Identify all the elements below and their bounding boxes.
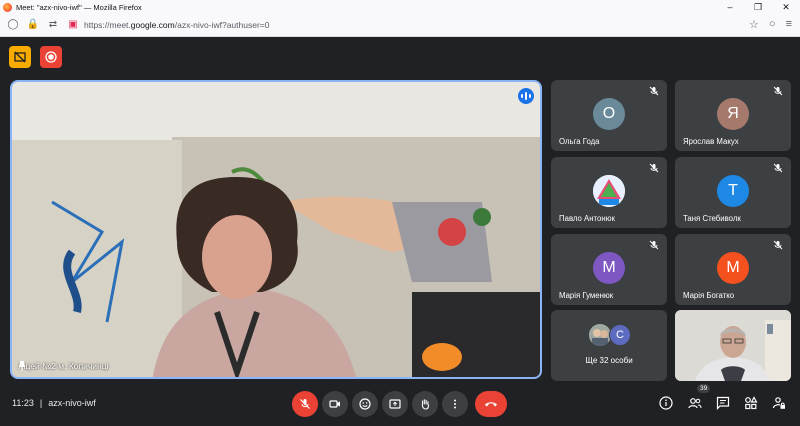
present-icon (389, 399, 401, 409)
mic-off-icon (773, 163, 783, 173)
bookmark-star-icon[interactable]: ☆ (749, 18, 759, 31)
permissions-icon[interactable]: ⇄ (46, 18, 60, 32)
main-speaker-name: Ліцей №2 м. Копичинці (18, 361, 109, 371)
lock-person-icon (772, 397, 785, 409)
participant-tile[interactable]: Т Таня Стебиволк (675, 157, 791, 228)
activities-button[interactable] (743, 395, 759, 411)
emoji-icon (359, 398, 371, 410)
participant-tile[interactable]: О Ольга Года (551, 80, 667, 151)
avatar (593, 175, 625, 207)
avatar: Я (717, 98, 749, 130)
people-button[interactable] (687, 395, 703, 411)
people-icon (688, 398, 702, 409)
chat-button[interactable] (715, 395, 731, 411)
participant-name: Павло Антонюк (559, 214, 615, 223)
others-avatar-initial: С (609, 324, 631, 346)
reactions-button[interactable] (352, 391, 378, 417)
info-icon (659, 396, 673, 410)
shield-icon[interactable]: ◯ (6, 18, 20, 32)
browser-titlebar: Meet: "azx-nivo-iwf" — Mozilla Firefox –… (0, 0, 800, 14)
camera-toggle-button[interactable] (322, 391, 348, 417)
chat-icon (716, 396, 730, 410)
menu-icon[interactable]: ≡ (786, 18, 792, 31)
profile-picture (593, 175, 625, 207)
hang-up-icon (485, 402, 497, 407)
participant-name: Ольга Года (559, 137, 600, 146)
mic-off-icon (649, 163, 659, 173)
close-window-button[interactable]: ✕ (772, 0, 800, 14)
participant-name: Ярослав Макух (683, 137, 739, 146)
more-vert-icon (454, 399, 456, 409)
meeting-info: 11:23 | azx-nivo-iwf (12, 398, 96, 408)
camera-sharing-icon[interactable]: ▣ (66, 18, 80, 32)
mic-off-icon (649, 240, 659, 250)
recording-badge[interactable] (40, 46, 62, 68)
mic-off-icon (300, 399, 310, 409)
url-domain: google.com (130, 20, 175, 30)
mic-off-icon (649, 86, 659, 96)
speaker-video-frame (12, 82, 540, 377)
pocket-icon[interactable]: ○ (769, 18, 776, 31)
record-icon (45, 51, 57, 63)
mic-off-icon (773, 240, 783, 250)
present-screen-button[interactable] (382, 391, 408, 417)
mic-toggle-button[interactable] (292, 391, 318, 417)
address-field[interactable]: https://meet.google.com/azx-nivo-iwf?aut… (84, 20, 269, 30)
firefox-logo-icon (3, 2, 12, 12)
profile-picture (589, 324, 611, 346)
others-avatar-photo (589, 324, 611, 346)
participant-name: Таня Стебиволк (683, 214, 741, 223)
camera-icon (329, 400, 340, 408)
no-captions-icon (14, 51, 26, 63)
pin-icon (18, 361, 26, 371)
url-prefix: https://meet. (84, 20, 131, 30)
speaking-indicator-icon (518, 88, 534, 104)
hand-icon (421, 399, 430, 410)
main-video-tile[interactable]: Ліцей №2 м. Копичинці (10, 80, 542, 379)
participant-tile[interactable]: Павло Антонюк (551, 157, 667, 228)
window-title: Meet: "azx-nivo-iwf" — Mozilla Firefox (16, 2, 142, 12)
mic-off-icon (773, 86, 783, 96)
lock-icon[interactable]: 🔒 (26, 18, 40, 32)
host-controls-button[interactable] (771, 395, 787, 411)
self-video-frame (675, 310, 791, 381)
main-speaker-label: Ліцей №2 м. Копичинці (18, 361, 109, 371)
leave-call-button[interactable] (475, 391, 507, 417)
minimize-button[interactable]: – (716, 0, 744, 14)
others-tile[interactable]: С Ще 32 особи (551, 310, 667, 381)
meeting-details-button[interactable] (658, 395, 674, 411)
more-options-button[interactable] (442, 391, 468, 417)
meeting-toolbar: 11:23 | azx-nivo-iwf 39 (0, 384, 800, 426)
avatar: М (593, 252, 625, 284)
self-view-tile[interactable] (675, 310, 791, 381)
participant-name: Марія Гуменюк (559, 291, 614, 300)
avatar: М (717, 252, 749, 284)
captions-off-badge[interactable] (9, 46, 31, 68)
url-bar: ◯ 🔒 ⇄ ▣ https://meet.google.com/azx-nivo… (0, 14, 800, 37)
participant-tile[interactable]: Я Ярослав Макух (675, 80, 791, 151)
current-time: 11:23 (12, 398, 34, 408)
url-path: /azx-nivo-iwf?authuser=0 (174, 20, 270, 30)
participant-count-badge: 39 (697, 384, 711, 393)
meeting-code: azx-nivo-iwf (48, 398, 96, 408)
shapes-icon (745, 396, 758, 410)
participant-tile[interactable]: М Марія Богатко (675, 234, 791, 305)
others-label: Ще 32 особи (585, 356, 633, 365)
participant-name: Марія Богатко (683, 291, 735, 300)
participant-tile[interactable]: М Марія Гуменюк (551, 234, 667, 305)
avatar: Т (717, 175, 749, 207)
divider: | (39, 398, 43, 408)
raise-hand-button[interactable] (412, 391, 438, 417)
restore-button[interactable]: ❐ (744, 0, 772, 14)
avatar: О (593, 98, 625, 130)
